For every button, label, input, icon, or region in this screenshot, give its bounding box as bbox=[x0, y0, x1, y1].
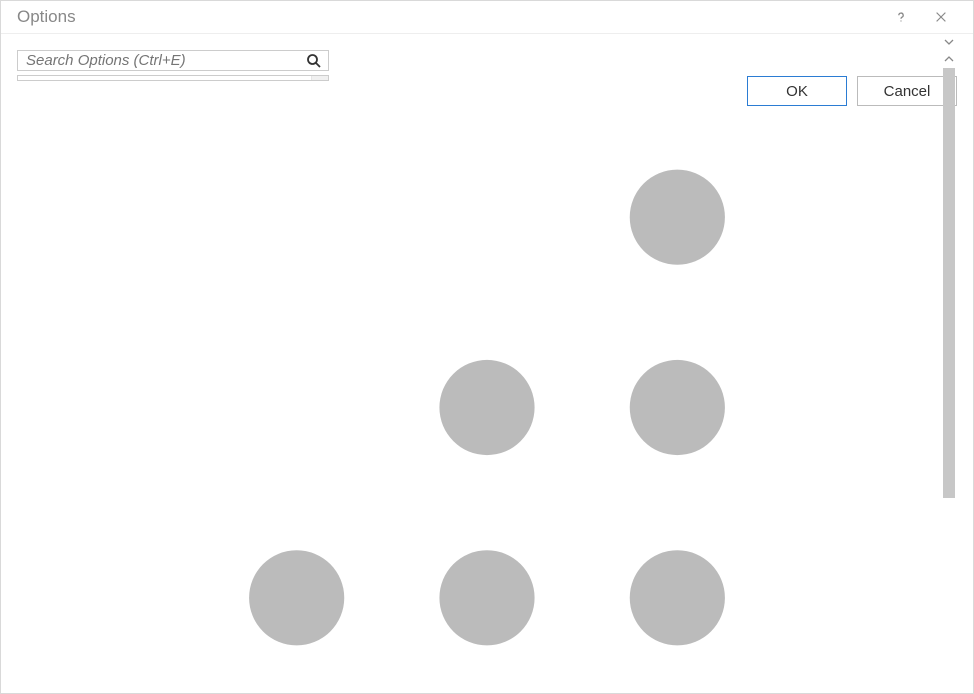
window-title: Options bbox=[17, 7, 881, 27]
titlebar: Options bbox=[1, 1, 973, 34]
cancel-button[interactable]: Cancel bbox=[857, 76, 957, 106]
ok-button[interactable]: OK bbox=[747, 76, 847, 106]
options-dialog: Options Contain bbox=[0, 0, 974, 694]
help-icon[interactable] bbox=[881, 1, 921, 33]
resize-grip-icon[interactable] bbox=[1, 122, 973, 693]
panel-scroll-thumb[interactable] bbox=[943, 68, 955, 498]
close-icon[interactable] bbox=[921, 1, 961, 33]
content-area: Container ToolsCross PlatformDatabase To… bbox=[1, 34, 973, 66]
scroll-down-icon[interactable] bbox=[941, 33, 957, 50]
scroll-up-icon[interactable] bbox=[941, 50, 957, 67]
options-tree[interactable]: Container ToolsCross PlatformDatabase To… bbox=[17, 75, 329, 81]
tree-scrollbar[interactable] bbox=[311, 76, 328, 80]
